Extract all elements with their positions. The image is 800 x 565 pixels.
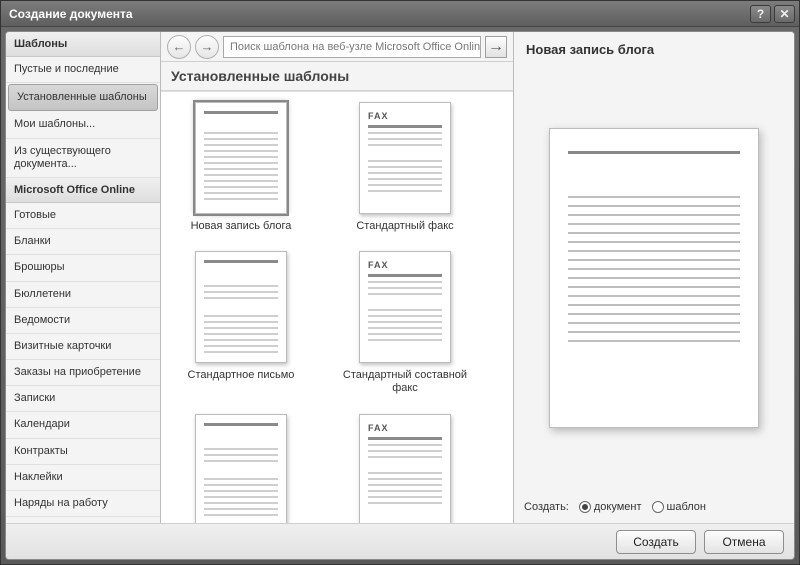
center-pane: ← → Поиск шаблона на веб-узле Microsoft … bbox=[161, 32, 514, 523]
template-item-1[interactable]: FAX Стандартный факс bbox=[335, 102, 475, 233]
template-thumb: FAX bbox=[359, 414, 451, 523]
sidebar-item-0[interactable]: Пустые и последние bbox=[6, 57, 160, 83]
template-thumb bbox=[195, 251, 287, 363]
template-label: Стандартный составной факс bbox=[340, 369, 470, 395]
titlebar: Создание документа ? ✕ bbox=[1, 1, 799, 27]
radio-template[interactable]: шаблон bbox=[652, 501, 706, 513]
sidebar-header-online: Microsoft Office Online bbox=[6, 178, 160, 203]
back-button[interactable]: ← bbox=[167, 35, 191, 59]
sidebar-item-1[interactable]: Установленные шаблоны bbox=[8, 84, 158, 111]
preview-canvas bbox=[524, 65, 784, 491]
content-row: ШаблоныПустые и последниеУстановленные ш… bbox=[6, 32, 794, 523]
titlebar-buttons: ? ✕ bbox=[750, 5, 795, 23]
create-button[interactable]: Создать bbox=[616, 530, 696, 554]
create-label: Создать: bbox=[524, 501, 569, 513]
close-button[interactable]: ✕ bbox=[774, 5, 795, 23]
dialog-footer: Создать Отмена bbox=[6, 523, 794, 559]
sidebar-online-item-1[interactable]: Бланки bbox=[6, 229, 160, 255]
sidebar-online-item-5[interactable]: Визитные карточки bbox=[6, 334, 160, 360]
sidebar-item-3[interactable]: Из существующего документа... bbox=[6, 139, 160, 178]
template-thumb: FAX bbox=[359, 102, 451, 214]
create-type-row: Создать: документ шаблон bbox=[524, 491, 784, 513]
template-item-0[interactable]: Новая запись блога bbox=[171, 102, 311, 233]
sidebar-online-item-11[interactable]: Наряды на работу bbox=[6, 491, 160, 517]
radio-document[interactable]: документ bbox=[579, 501, 642, 513]
cancel-button[interactable]: Отмена bbox=[704, 530, 784, 554]
sidebar-online-item-0[interactable]: Готовые bbox=[6, 203, 160, 229]
sidebar-online-item-8[interactable]: Календари bbox=[6, 412, 160, 438]
dialog-body: ШаблоныПустые и последниеУстановленные ш… bbox=[5, 31, 795, 560]
search-go-button[interactable]: → bbox=[485, 36, 507, 58]
sidebar-item-2[interactable]: Мои шаблоны... bbox=[6, 112, 160, 138]
template-label: Новая запись блога bbox=[191, 220, 292, 233]
radio-icon bbox=[579, 501, 591, 513]
preview-pane: Новая запись блога Создать: bbox=[514, 32, 794, 523]
sidebar-online-item-10[interactable]: Наклейки bbox=[6, 465, 160, 491]
sidebar-online-item-4[interactable]: Ведомости bbox=[6, 308, 160, 334]
arrow-right-icon: → bbox=[201, 39, 214, 54]
radio-icon bbox=[652, 501, 664, 513]
arrow-right-icon: → bbox=[488, 38, 504, 56]
template-item-4[interactable] bbox=[171, 414, 311, 523]
sidebar-online-item-7[interactable]: Записки bbox=[6, 386, 160, 412]
radio-template-label: шаблон bbox=[667, 501, 706, 513]
search-placeholder: Поиск шаблона на веб-узле Microsoft Offi… bbox=[230, 41, 481, 53]
template-thumb bbox=[195, 102, 287, 214]
template-label: Стандартное письмо bbox=[188, 369, 295, 382]
template-thumb: FAX bbox=[359, 251, 451, 363]
sidebar-header-templates: Шаблоны bbox=[6, 32, 160, 57]
gallery-grid: Новая запись блога FAX Стандартный факс Ста… bbox=[171, 102, 503, 523]
sidebar-online-item-3[interactable]: Бюллетени bbox=[6, 282, 160, 308]
section-title: Установленные шаблоны bbox=[161, 62, 513, 91]
template-thumb bbox=[195, 414, 287, 523]
sidebar-online-item-9[interactable]: Контракты bbox=[6, 439, 160, 465]
sidebar-online-item-6[interactable]: Заказы на приобретение bbox=[6, 360, 160, 386]
window-title: Создание документа bbox=[9, 7, 133, 21]
dialog-window: Создание документа ? ✕ ШаблоныПустые и п… bbox=[0, 0, 800, 565]
search-input[interactable]: Поиск шаблона на веб-узле Microsoft Offi… bbox=[223, 36, 481, 58]
toolbar: ← → Поиск шаблона на веб-узле Microsoft … bbox=[161, 32, 513, 62]
help-button[interactable]: ? bbox=[750, 5, 771, 23]
radio-document-label: документ bbox=[594, 501, 642, 513]
preview-document bbox=[549, 128, 759, 428]
forward-button[interactable]: → bbox=[195, 35, 219, 59]
sidebar-online-item-2[interactable]: Брошюры bbox=[6, 255, 160, 281]
sidebar[interactable]: ШаблоныПустые и последниеУстановленные ш… bbox=[6, 32, 161, 523]
arrow-left-icon: ← bbox=[173, 39, 186, 54]
template-item-2[interactable]: Стандартное письмо bbox=[171, 251, 311, 395]
template-item-5[interactable]: FAX bbox=[335, 414, 475, 523]
template-gallery[interactable]: Новая запись блога FAX Стандартный факс Ста… bbox=[161, 91, 513, 523]
preview-title: Новая запись блога bbox=[524, 40, 784, 65]
template-label: Стандартный факс bbox=[356, 220, 453, 233]
template-item-3[interactable]: FAX Стандартный составной факс bbox=[335, 251, 475, 395]
